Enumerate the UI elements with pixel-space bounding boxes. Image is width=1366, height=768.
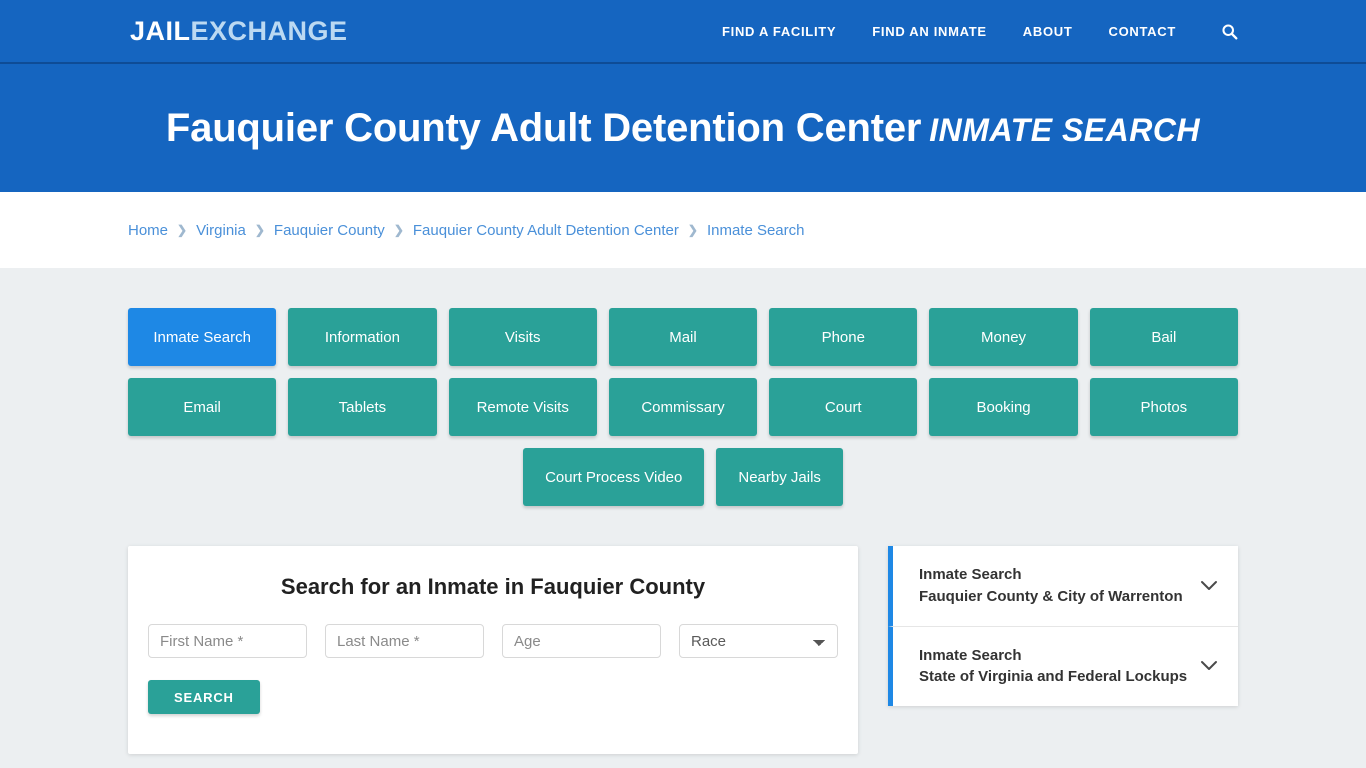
accordion-subtitle: State of Virginia and Federal Lockups xyxy=(919,668,1188,686)
breadcrumb-item-home[interactable]: Home xyxy=(128,222,168,239)
breadcrumb-separator: ❯ xyxy=(393,223,404,237)
chevron-down-icon[interactable] xyxy=(1198,655,1220,677)
breadcrumb-separator: ❯ xyxy=(687,223,698,237)
accordion-title: Inmate Search xyxy=(919,566,1022,583)
tab-photos[interactable]: Photos xyxy=(1089,378,1238,436)
facility-section-tabs: Inmate Search Information Visits Mail Ph… xyxy=(128,308,1238,506)
chevron-down-icon[interactable] xyxy=(1198,575,1220,597)
breadcrumb-item-inmate-search[interactable]: Inmate Search xyxy=(707,222,805,239)
breadcrumb-separator: ❯ xyxy=(254,223,265,237)
inmate-search-card: Search for an Inmate in Fauquier County … xyxy=(128,546,858,754)
search-form-title: Search for an Inmate in Fauquier County xyxy=(280,574,706,599)
breadcrumb-separator: ❯ xyxy=(177,223,188,237)
nav-link-find-a-facility[interactable]: FIND A FACILITY xyxy=(722,24,836,39)
accordion-subtitle: Fauquier County & City of Warrenton xyxy=(919,587,1183,605)
breadcrumb: Home ❯ Virginia ❯ Fauquier County ❯ Fauq… xyxy=(128,222,805,239)
page-header-banner: Fauquier County Adult Detention Center IN… xyxy=(0,64,1366,192)
accordion-item-county-search[interactable]: Inmate Search Fauquier County & City of … xyxy=(888,546,1238,627)
breadcrumb-item-fauquier-county[interactable]: Fauquier County xyxy=(274,222,385,239)
search-submit-button[interactable]: SEARCH xyxy=(148,680,260,714)
last-name-field-wrap xyxy=(325,624,484,658)
search-icon[interactable] xyxy=(1218,20,1240,42)
accordion-title: Inmate Search xyxy=(919,646,1022,664)
accordion-item-text: Inmate Search Fauquier County & City of … xyxy=(919,564,1198,608)
tab-court[interactable]: Court xyxy=(769,378,918,436)
first-name-input[interactable] xyxy=(148,624,307,658)
search-fields-row: Race xyxy=(148,624,838,658)
inmate-search-accordion: Inmate Search Fauquier County & City of … xyxy=(888,546,1238,706)
accordion-item-text: Inmate Search State of Virginia and Fede… xyxy=(919,645,1198,689)
tab-court-process-video[interactable]: Court Process Video xyxy=(523,448,705,506)
nav-link-contact[interactable]: CONTACT xyxy=(1109,24,1176,39)
logo-text-exchange: EXCHANGE xyxy=(190,15,348,46)
left-column: Search for an Inmate in Fauquier County … xyxy=(128,546,858,768)
first-name-field-wrap xyxy=(148,624,307,658)
breadcrumb-item-facility[interactable]: Fauquier County Adult Detention Center xyxy=(413,222,679,239)
logo-text-jail: JAIL xyxy=(130,15,191,46)
main-menu: FIND A FACILITY FIND AN INMATE ABOUT CON… xyxy=(722,20,1240,42)
tab-row-1: Inmate Search Information Visits Mail Ph… xyxy=(128,308,1238,366)
tab-money[interactable]: Money xyxy=(929,308,1078,366)
tab-mail[interactable]: Mail xyxy=(608,308,758,366)
tab-email[interactable]: Email xyxy=(128,378,277,436)
tab-row-3: Court Process Video Nearby Jails xyxy=(128,448,1238,506)
race-select[interactable]: Race xyxy=(679,624,838,658)
age-input[interactable] xyxy=(502,624,661,658)
page-title: Fauquier County Adult Detention Center IN… xyxy=(166,106,1200,150)
accordion-item-state-search[interactable]: Inmate Search State of Virginia and Fede… xyxy=(888,626,1238,706)
tab-tablets[interactable]: Tablets xyxy=(288,378,437,436)
tab-row-2: Email Tablets Remote Visits Commissary C… xyxy=(128,378,1238,436)
page-title-facility: Fauquier County Adult Detention Center xyxy=(165,106,922,150)
tab-booking[interactable]: Booking xyxy=(929,378,1078,436)
age-field-wrap xyxy=(502,624,661,658)
tab-phone[interactable]: Phone xyxy=(769,308,918,366)
last-name-input[interactable] xyxy=(325,624,484,658)
nav-link-about[interactable]: ABOUT xyxy=(1023,24,1073,39)
nav-link-find-an-inmate[interactable]: FIND AN INMATE xyxy=(872,24,987,39)
content-columns: Search for an Inmate in Fauquier County … xyxy=(128,518,1238,768)
tab-information[interactable]: Information xyxy=(288,308,437,366)
breadcrumb-item-virginia[interactable]: Virginia xyxy=(196,222,246,239)
tab-remote-visits[interactable]: Remote Visits xyxy=(448,378,597,436)
search-button-row: SEARCH xyxy=(148,680,838,714)
race-field-wrap: Race xyxy=(679,624,838,658)
page-body: Inmate Search Information Visits Mail Ph… xyxy=(0,268,1366,768)
tab-commissary[interactable]: Commissary xyxy=(608,378,758,436)
top-navigation-bar: JAILEXCHANGE FIND A FACILITY FIND AN INM… xyxy=(0,0,1366,64)
tab-nearby-jails[interactable]: Nearby Jails xyxy=(716,448,843,506)
breadcrumb-bar: Home ❯ Virginia ❯ Fauquier County ❯ Fauq… xyxy=(0,192,1366,268)
tab-visits[interactable]: Visits xyxy=(448,308,597,366)
tab-bail[interactable]: Bail xyxy=(1089,308,1238,366)
right-column: Inmate Search Fauquier County & City of … xyxy=(888,546,1238,706)
page-title-subtitle: INMATE SEARCH xyxy=(929,112,1201,148)
tab-inmate-search[interactable]: Inmate Search xyxy=(128,308,277,366)
site-logo[interactable]: JAILEXCHANGE xyxy=(130,15,348,46)
